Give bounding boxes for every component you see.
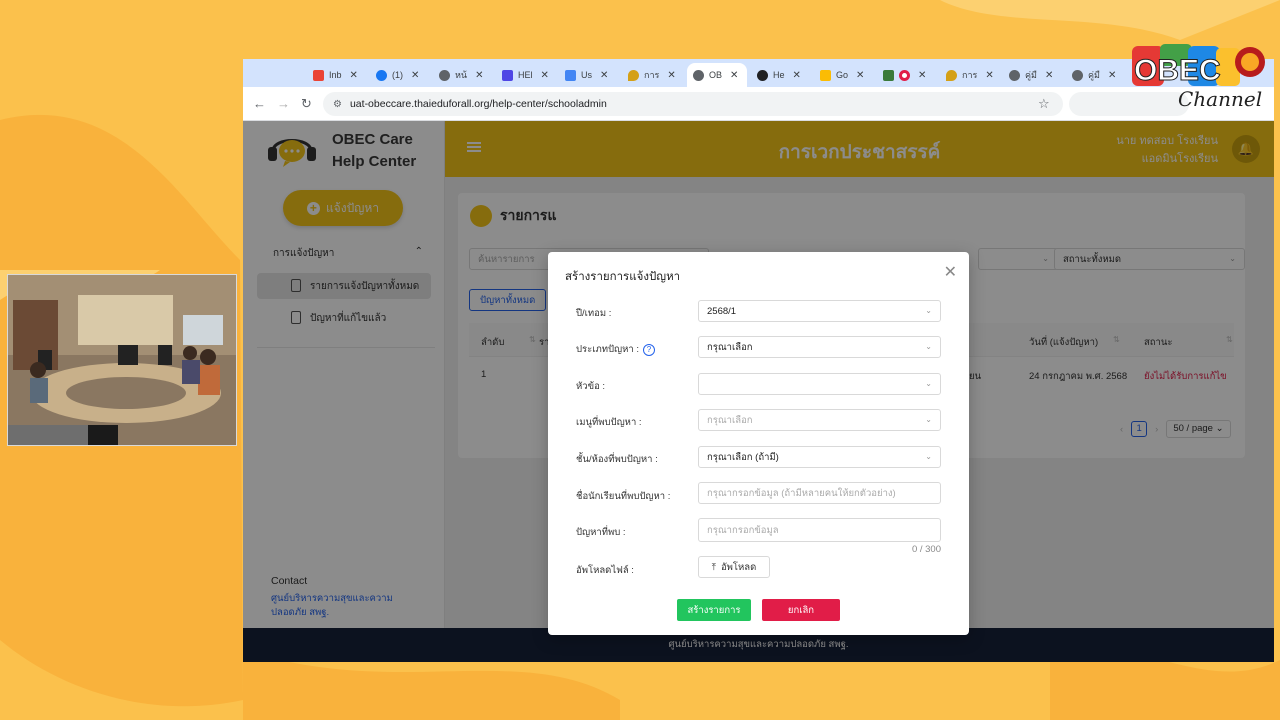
char-counter: 0 / 300 — [911, 544, 941, 555]
record-icon — [899, 69, 910, 81]
problem-label: ปัญหาที่พบ : — [576, 527, 626, 538]
close-icon[interactable]: ✕ — [475, 70, 483, 81]
cancel-button[interactable]: ยกเลิก — [762, 599, 840, 621]
browser-tab[interactable]: HEl ✕ — [496, 63, 556, 87]
help-icon[interactable]: ? — [643, 344, 656, 356]
chat-icon — [502, 69, 513, 81]
topic-select[interactable]: ⌄ — [698, 373, 941, 395]
class-label: ชั้น/ห้องที่พบปัญหา : — [576, 454, 658, 465]
close-icon[interactable]: ✕ — [918, 70, 926, 81]
globe-icon — [693, 69, 704, 81]
close-icon[interactable]: ✕ — [944, 262, 957, 282]
help-center-page: OBEC Care Help Center + แจ้งปัญหา การแจ้งป… — [243, 121, 1274, 662]
logo-text: OBEC — [1134, 54, 1221, 87]
browser-tab[interactable]: He ✕ — [751, 63, 811, 87]
browser-tab[interactable]: คู่มื ✕ — [1066, 63, 1126, 87]
type-label: ประเภทปัญหา :? — [576, 342, 656, 357]
back-icon[interactable]: ← — [253, 96, 266, 111]
globe-icon — [1072, 69, 1083, 81]
webcam-feed — [7, 274, 237, 446]
globe-icon — [439, 69, 450, 81]
browser-window: Inb ✕ (1) ✕ หน้ ✕ HEl ✕ Us ✕ การ ✕ OB ✕ He ✕ Go ✕… — [243, 59, 1274, 662]
browser-tab-active[interactable]: OB ✕ — [687, 63, 747, 87]
address-bar-row: ← → ↻ ⚙ uat-obeccare.thaieduforall.org/he… — [243, 87, 1274, 121]
chevron-down-icon: ⌄ — [925, 342, 932, 351]
close-icon[interactable]: ✕ — [350, 70, 358, 81]
globe-icon — [1009, 69, 1020, 81]
browser-tab[interactable]: (1) ✕ — [370, 63, 430, 87]
student-name-input[interactable]: กรุณากรอกข้อมูล (ถ้ามีหลายคนให้ยกตัวอย่า… — [698, 482, 941, 504]
topic-label: หัวข้อ : — [576, 381, 606, 392]
tab-strip: Inb ✕ (1) ✕ หน้ ✕ HEl ✕ Us ✕ การ ✕ OB ✕ He ✕ Go ✕… — [243, 59, 1274, 87]
browser-tab[interactable]: ✕ — [877, 63, 937, 87]
class-select[interactable]: กรุณาเลือก (ถ้ามี) ⌄ — [698, 446, 941, 468]
create-report-modal: สร้างรายการแจ้งปัญหา ✕ ปี/เทอม : 2568/1 ⌄… — [548, 252, 969, 635]
type-select[interactable]: กรุณาเลือก ⌄ — [698, 336, 941, 358]
create-button[interactable]: สร้างรายการ — [677, 599, 751, 621]
browser-tab[interactable]: หน้ ✕ — [433, 63, 493, 87]
doc-icon — [565, 69, 576, 81]
obec-channel-logo: OBEC Channel — [1132, 44, 1265, 110]
url-field[interactable]: ⚙ uat-obeccare.thaieduforall.org/help-cen… — [323, 92, 1063, 116]
close-icon[interactable]: ✕ — [541, 70, 549, 81]
drop-icon — [946, 69, 957, 81]
chevron-down-icon: ⌄ — [925, 306, 932, 315]
chevron-down-icon: ⌄ — [925, 379, 932, 388]
year-label: ปี/เทอม : — [576, 308, 612, 319]
close-icon[interactable]: ✕ — [667, 70, 675, 81]
upload-button[interactable]: ⤒ อัพโหลด — [698, 556, 770, 578]
upload-icon: ⤒ — [711, 561, 716, 573]
keep-icon — [820, 69, 831, 81]
forward-icon[interactable]: → — [277, 96, 290, 111]
close-icon[interactable]: ✕ — [1045, 70, 1053, 81]
close-icon[interactable]: ✕ — [793, 70, 801, 81]
reload-icon[interactable]: ↻ — [301, 96, 312, 112]
gmail-icon — [313, 69, 324, 81]
close-icon[interactable]: ✕ — [856, 70, 864, 81]
drop-icon — [628, 69, 639, 81]
problem-textarea[interactable]: กรุณากรอกข้อมูล — [698, 518, 941, 542]
chevron-down-icon: ⌄ — [925, 452, 932, 461]
upload-label: อัพโหลดไฟล์ : — [576, 565, 634, 576]
browser-tab[interactable]: Us ✕ — [559, 63, 619, 87]
facebook-icon — [376, 69, 387, 81]
browser-tab[interactable]: การ ✕ — [622, 63, 682, 87]
browser-tab[interactable]: Inb ✕ — [307, 63, 367, 87]
close-icon[interactable]: ✕ — [730, 70, 738, 81]
site-settings-icon[interactable]: ⚙ — [333, 99, 342, 110]
student-label: ชื่อนักเรียนที่พบปัญหา : — [576, 491, 671, 502]
close-icon[interactable]: ✕ — [600, 70, 608, 81]
browser-tab[interactable]: คู่มื ✕ — [1003, 63, 1063, 87]
menu-select[interactable]: กรุณาเลือก ⌄ — [698, 409, 941, 431]
close-icon[interactable]: ✕ — [1108, 70, 1116, 81]
close-icon[interactable]: ✕ — [411, 70, 419, 81]
browser-tab[interactable]: การ ✕ — [940, 63, 1000, 87]
modal-title: สร้างรายการแจ้งปัญหา — [565, 271, 681, 283]
app-icon — [883, 69, 894, 81]
menu-label: เมนูที่พบปัญหา : — [576, 417, 642, 428]
year-select[interactable]: 2568/1 ⌄ — [698, 300, 941, 322]
logo-script: Channel — [1178, 87, 1262, 110]
mask-icon — [757, 69, 768, 81]
browser-tab[interactable]: Go ✕ — [814, 63, 874, 87]
close-icon[interactable]: ✕ — [985, 70, 993, 81]
chevron-down-icon: ⌄ — [925, 415, 932, 424]
bookmark-star-icon[interactable]: ☆ — [1038, 96, 1050, 112]
